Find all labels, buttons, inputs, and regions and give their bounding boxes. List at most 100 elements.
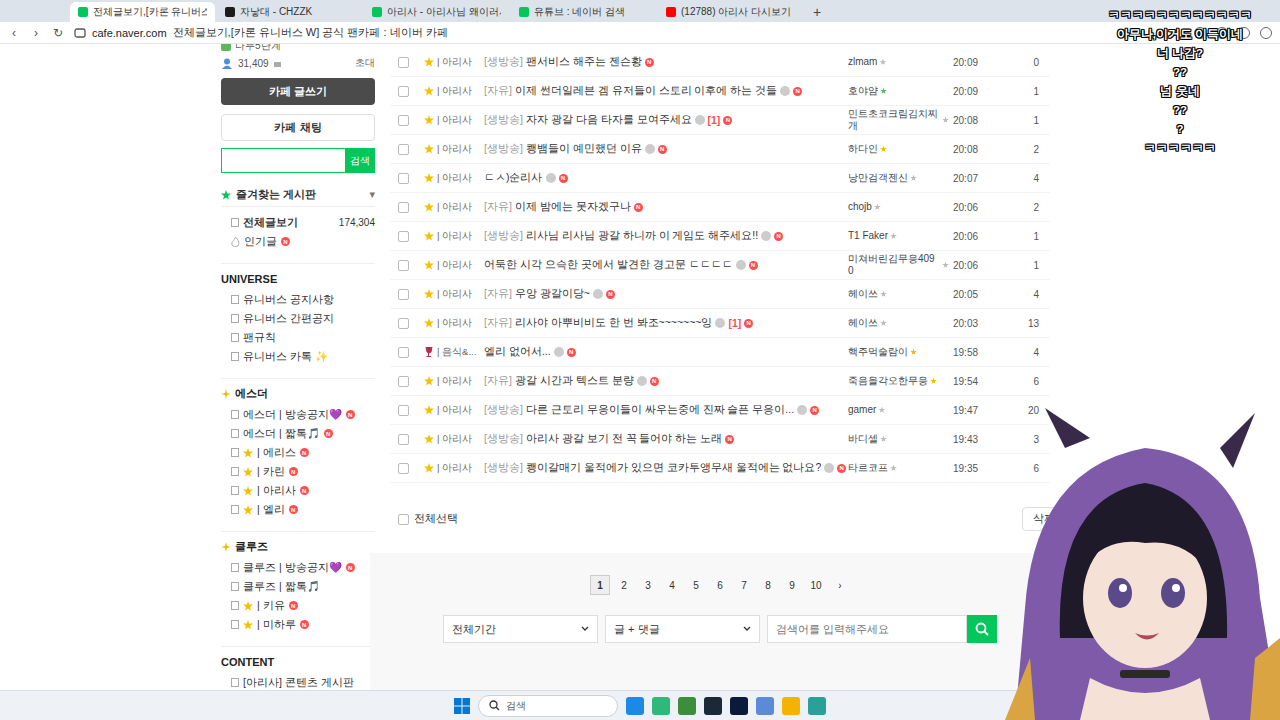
page-link[interactable]: 10 — [806, 575, 826, 595]
post-row[interactable]: | 아리사어둑한 시각 으슥한 곳에서 발견한 경고문 ㄷㄷㄷㄷN미쳐버린김무응… — [390, 251, 1050, 280]
post-title[interactable]: [자유]이제 밤에는 못자겠구나N — [484, 200, 848, 214]
row-checkbox[interactable] — [398, 202, 409, 213]
post-row[interactable]: | 아리사[자유]우앙 광갈이당~N헤이쓰20:054 — [390, 280, 1050, 309]
favorites-toggle[interactable]: ▾ — [369, 188, 375, 201]
post-title-text[interactable]: ㄷㅅ)순리사 — [484, 171, 543, 185]
post-author[interactable]: 민트초코크림김치찌개 — [848, 108, 953, 133]
post-title-text[interactable]: 엘리 없어서... — [484, 345, 551, 359]
post-title[interactable]: [자유]리사야 아뿌비비도 한 번 봐조~~~~~~~잉[1]N — [484, 316, 848, 330]
post-author[interactable]: 낭만검객젠신 — [848, 172, 953, 185]
post-title-text[interactable]: 쾡이갈매기 울적에가 있으면 코카투앵무새 울적에는 없나요? — [526, 461, 821, 475]
post-author[interactable]: 헤이쓰 — [848, 317, 953, 330]
post-row[interactable]: | 아리사[자유]리사야 아뿌비비도 한 번 봐조~~~~~~~잉[1]N헤이쓰… — [390, 309, 1050, 338]
post-row[interactable]: | 아리사[생방송]쾡이갈매기 울적에가 있으면 코카투앵무새 울적에는 없나요… — [390, 454, 1050, 483]
search-button[interactable] — [967, 615, 997, 643]
sidebar-item[interactable]: | 카린N — [221, 462, 375, 481]
post-author[interactable]: 바디셀 — [848, 433, 953, 446]
board-name[interactable]: | 음식&... — [424, 346, 484, 359]
post-title[interactable]: [자유]이제 썬더일레븐 겜 유저들이 스토리 이후에 하는 것들N — [484, 84, 848, 98]
forward-button[interactable]: › — [30, 26, 42, 40]
page-link[interactable]: 9 — [782, 575, 802, 595]
chat-button[interactable]: 카페 채팅 — [221, 114, 375, 141]
post-title-text[interactable]: 어둑한 시각 으슥한 곳에서 발견한 경고문 ㄷㄷㄷㄷ — [484, 258, 733, 272]
post-title[interactable]: [생방송]쾡뱀들이 예민했던 이유N — [484, 142, 848, 156]
post-title-text[interactable]: 리사야 아뿌비비도 한 번 봐조~~~~~~~잉 — [515, 316, 713, 330]
post-title[interactable]: 어둑한 시각 으슥한 곳에서 발견한 경고문 ㄷㄷㄷㄷN — [484, 258, 848, 272]
board-name[interactable]: | 아리사 — [424, 462, 484, 475]
post-title-text[interactable]: 우앙 광갈이당~ — [515, 287, 590, 301]
post-title[interactable]: [생방송]팬서비스 해주는 젠슨황N — [484, 55, 848, 69]
comment-count[interactable]: [1] — [708, 114, 721, 126]
page-link[interactable]: 6 — [710, 575, 730, 595]
row-checkbox[interactable] — [398, 376, 409, 387]
windows-start-icon[interactable] — [454, 698, 470, 714]
comment-count[interactable]: [1] — [728, 317, 741, 329]
post-title[interactable]: [생방송]아리사 광갈 보기 전 꼭 들어야 하는 노래N — [484, 432, 848, 446]
post-title-text[interactable]: 이제 썬더일레븐 겜 유저들이 스토리 이후에 하는 것들 — [515, 84, 777, 98]
board-name[interactable]: | 아리사 — [424, 259, 484, 272]
post-title-text[interactable]: 자자 광갈 다음 타자를 모여주세요 — [526, 113, 692, 127]
post-row[interactable]: | 아리사[자유]이제 썬더일레븐 겜 유저들이 스토리 이후에 하는 것들N호… — [390, 77, 1050, 106]
post-author[interactable]: 호야얌 — [848, 85, 953, 98]
sidebar-search-button[interactable]: 검색 — [345, 148, 375, 173]
browser-tab[interactable]: 자낳대 - CHZZK — [217, 2, 362, 22]
post-title-text[interactable]: 광갈 시간과 텍스트 분량 — [515, 374, 634, 388]
reload-button[interactable]: ↻ — [52, 26, 64, 40]
favorites-header[interactable]: 즐겨찾는 게시판▾ — [221, 185, 375, 207]
page-link[interactable]: 5 — [686, 575, 706, 595]
board-name[interactable]: | 아리사 — [424, 56, 484, 69]
post-row[interactable]: | 아리사ㄷㅅ)순리사N낭만검객젠신20:074 — [390, 164, 1050, 193]
post-row[interactable]: | 아리사[자유]이제 밤에는 못자겠구나Nchojb20:062 — [390, 193, 1050, 222]
app-icon[interactable] — [704, 697, 722, 715]
row-checkbox[interactable] — [398, 260, 409, 271]
board-name[interactable]: | 아리사 — [424, 85, 484, 98]
sidebar-item[interactable]: 에스더 | 짧톡🎵N — [221, 424, 375, 443]
sidebar-item[interactable]: 에스더 | 방송공지💜N — [221, 405, 375, 424]
post-author[interactable]: 헤이쓰 — [848, 288, 953, 301]
row-checkbox[interactable] — [398, 231, 409, 242]
write-button[interactable]: 카페 글쓰기 — [221, 78, 375, 105]
row-checkbox[interactable] — [398, 434, 409, 445]
taskbar-search[interactable]: 검색 — [478, 695, 618, 717]
post-title[interactable]: ㄷㅅ)순리사N — [484, 171, 848, 185]
post-row[interactable]: | 아리사[생방송]다른 근토리 무응이들이 싸우는중에 진짜 슬픈 무응이..… — [390, 396, 1050, 425]
browser-tab[interactable]: 유튜브 : 네이버 검색 — [511, 2, 656, 22]
sidebar-item[interactable]: | 엘리N — [221, 500, 375, 519]
new-tab-button[interactable]: + — [805, 2, 829, 22]
board-name[interactable]: | 아리사 — [424, 230, 484, 243]
app-icon[interactable] — [808, 697, 826, 715]
board-name[interactable]: | 아리사 — [424, 317, 484, 330]
board-name[interactable]: | 아리사 — [424, 404, 484, 417]
post-title[interactable]: 엘리 없어서...N — [484, 345, 848, 359]
page-link[interactable]: 8 — [758, 575, 778, 595]
post-author[interactable]: gamer — [848, 404, 953, 417]
sidebar-item[interactable]: | 미하루N — [221, 615, 375, 634]
post-author[interactable]: T1 Faker — [848, 230, 953, 243]
sidebar-item[interactable]: 유니버스 카톡 ✨ — [221, 347, 375, 366]
app-icon[interactable] — [730, 697, 748, 715]
post-title[interactable]: [생방송]리사님 리사님 광갈 하니까 이 게임도 해주세요!!N — [484, 229, 848, 243]
profile-icon[interactable] — [1260, 27, 1272, 39]
sidebar-item[interactable]: 클루즈 | 짧톡🎵 — [221, 577, 375, 596]
scope-select[interactable]: 글 + 댓글 — [605, 615, 760, 643]
board-name[interactable]: | 아리사 — [424, 143, 484, 156]
sidebar-item[interactable]: | 아리사N — [221, 481, 375, 500]
page-link[interactable]: 2 — [614, 575, 634, 595]
post-title[interactable]: [생방송]자자 광갈 다음 타자를 모여주세요[1]N — [484, 113, 848, 127]
next-page-button[interactable]: › — [830, 575, 850, 595]
post-author[interactable]: chojb — [848, 201, 953, 214]
app-icon[interactable] — [756, 697, 774, 715]
row-checkbox[interactable] — [398, 173, 409, 184]
post-title-text[interactable]: 쾡뱀들이 예민했던 이유 — [526, 142, 642, 156]
post-row[interactable]: | 아리사[생방송]리사님 리사님 광갈 하니까 이 게임도 해주세요!!NT1… — [390, 222, 1050, 251]
post-title[interactable]: [생방송]쾡이갈매기 울적에가 있으면 코카투앵무새 울적에는 없나요?N — [484, 461, 848, 475]
sidebar-search-input[interactable] — [221, 148, 345, 173]
board-name[interactable]: | 아리사 — [424, 288, 484, 301]
board-name[interactable]: | 아리사 — [424, 201, 484, 214]
page-link[interactable]: 3 — [638, 575, 658, 595]
post-author[interactable]: zlmam — [848, 56, 953, 69]
board-name[interactable]: | 아리사 — [424, 172, 484, 185]
board-name[interactable]: | 아리사 — [424, 433, 484, 446]
board-name[interactable]: | 아리사 — [424, 114, 484, 127]
back-button[interactable]: ‹ — [8, 26, 20, 40]
